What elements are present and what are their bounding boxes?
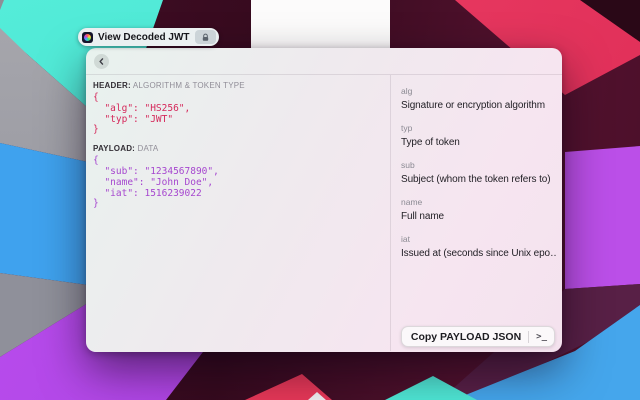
definition-iat: iat Issued at (seconds since Unix epo… bbox=[401, 234, 556, 260]
code-line: } bbox=[93, 125, 380, 136]
lock-icon[interactable] bbox=[195, 30, 216, 44]
decoded-token-panel: HEADER: ALGORITHM & TOKEN TYPE { "alg": … bbox=[86, 75, 391, 351]
copy-payload-json-button[interactable]: Copy PAYLOAD JSON >_ bbox=[401, 326, 555, 347]
code-line: "alg": "HS256", bbox=[93, 104, 380, 115]
window-toolbar bbox=[86, 48, 562, 75]
header-label: HEADER: bbox=[93, 81, 131, 90]
definition-key: alg bbox=[401, 86, 556, 96]
header-json: { "alg": "HS256", "typ": "JWT" } bbox=[93, 93, 380, 136]
jwt-accessory-pill[interactable]: View Decoded JWT bbox=[78, 28, 219, 46]
definition-key: name bbox=[401, 197, 556, 207]
chevron-left-icon bbox=[98, 58, 105, 65]
window-content: HEADER: ALGORITHM & TOKEN TYPE { "alg": … bbox=[86, 75, 562, 351]
back-button[interactable] bbox=[94, 54, 109, 69]
payload-section-label: PAYLOAD: DATA bbox=[93, 144, 380, 153]
code-line: } bbox=[93, 199, 380, 210]
code-line: "iat": 1516239022 bbox=[93, 189, 380, 200]
payload-json: { "sub": "1234567890", "name": "John Doe… bbox=[93, 156, 380, 210]
payload-label: PAYLOAD: bbox=[93, 144, 135, 153]
code-line: "name": "John Doe", bbox=[93, 178, 380, 189]
copy-button-label: Copy PAYLOAD JSON bbox=[411, 331, 521, 343]
terminal-prompt-icon: >_ bbox=[536, 332, 547, 342]
desktop: View Decoded JWT HEADER: ALGORITHM & TOK… bbox=[0, 0, 640, 400]
raycast-logo-icon bbox=[82, 32, 93, 43]
definition-alg: alg Signature or encryption algorithm bbox=[401, 86, 556, 112]
definition-desc: Signature or encryption algorithm bbox=[401, 99, 556, 112]
accessory-label: View Decoded JWT bbox=[98, 32, 190, 43]
definition-name: name Full name bbox=[401, 197, 556, 223]
definition-desc: Issued at (seconds since Unix epo… bbox=[401, 247, 556, 260]
definition-key: sub bbox=[401, 160, 556, 170]
definition-desc: Full name bbox=[401, 210, 556, 223]
definition-key: typ bbox=[401, 123, 556, 133]
header-section-label: HEADER: ALGORITHM & TOKEN TYPE bbox=[93, 81, 380, 90]
code-line: "typ": "JWT" bbox=[93, 115, 380, 126]
definition-desc: Subject (whom the token refers to) bbox=[401, 173, 556, 186]
payload-sublabel: DATA bbox=[138, 144, 159, 153]
claim-definitions-panel: alg Signature or encryption algorithm ty… bbox=[391, 75, 562, 351]
definition-typ: typ Type of token bbox=[401, 123, 556, 149]
decoded-jwt-window: HEADER: ALGORITHM & TOKEN TYPE { "alg": … bbox=[86, 48, 562, 352]
definition-desc: Type of token bbox=[401, 136, 556, 149]
button-divider bbox=[528, 331, 529, 343]
definition-key: iat bbox=[401, 234, 556, 244]
definition-sub: sub Subject (whom the token refers to) bbox=[401, 160, 556, 186]
header-sublabel: ALGORITHM & TOKEN TYPE bbox=[133, 81, 245, 90]
